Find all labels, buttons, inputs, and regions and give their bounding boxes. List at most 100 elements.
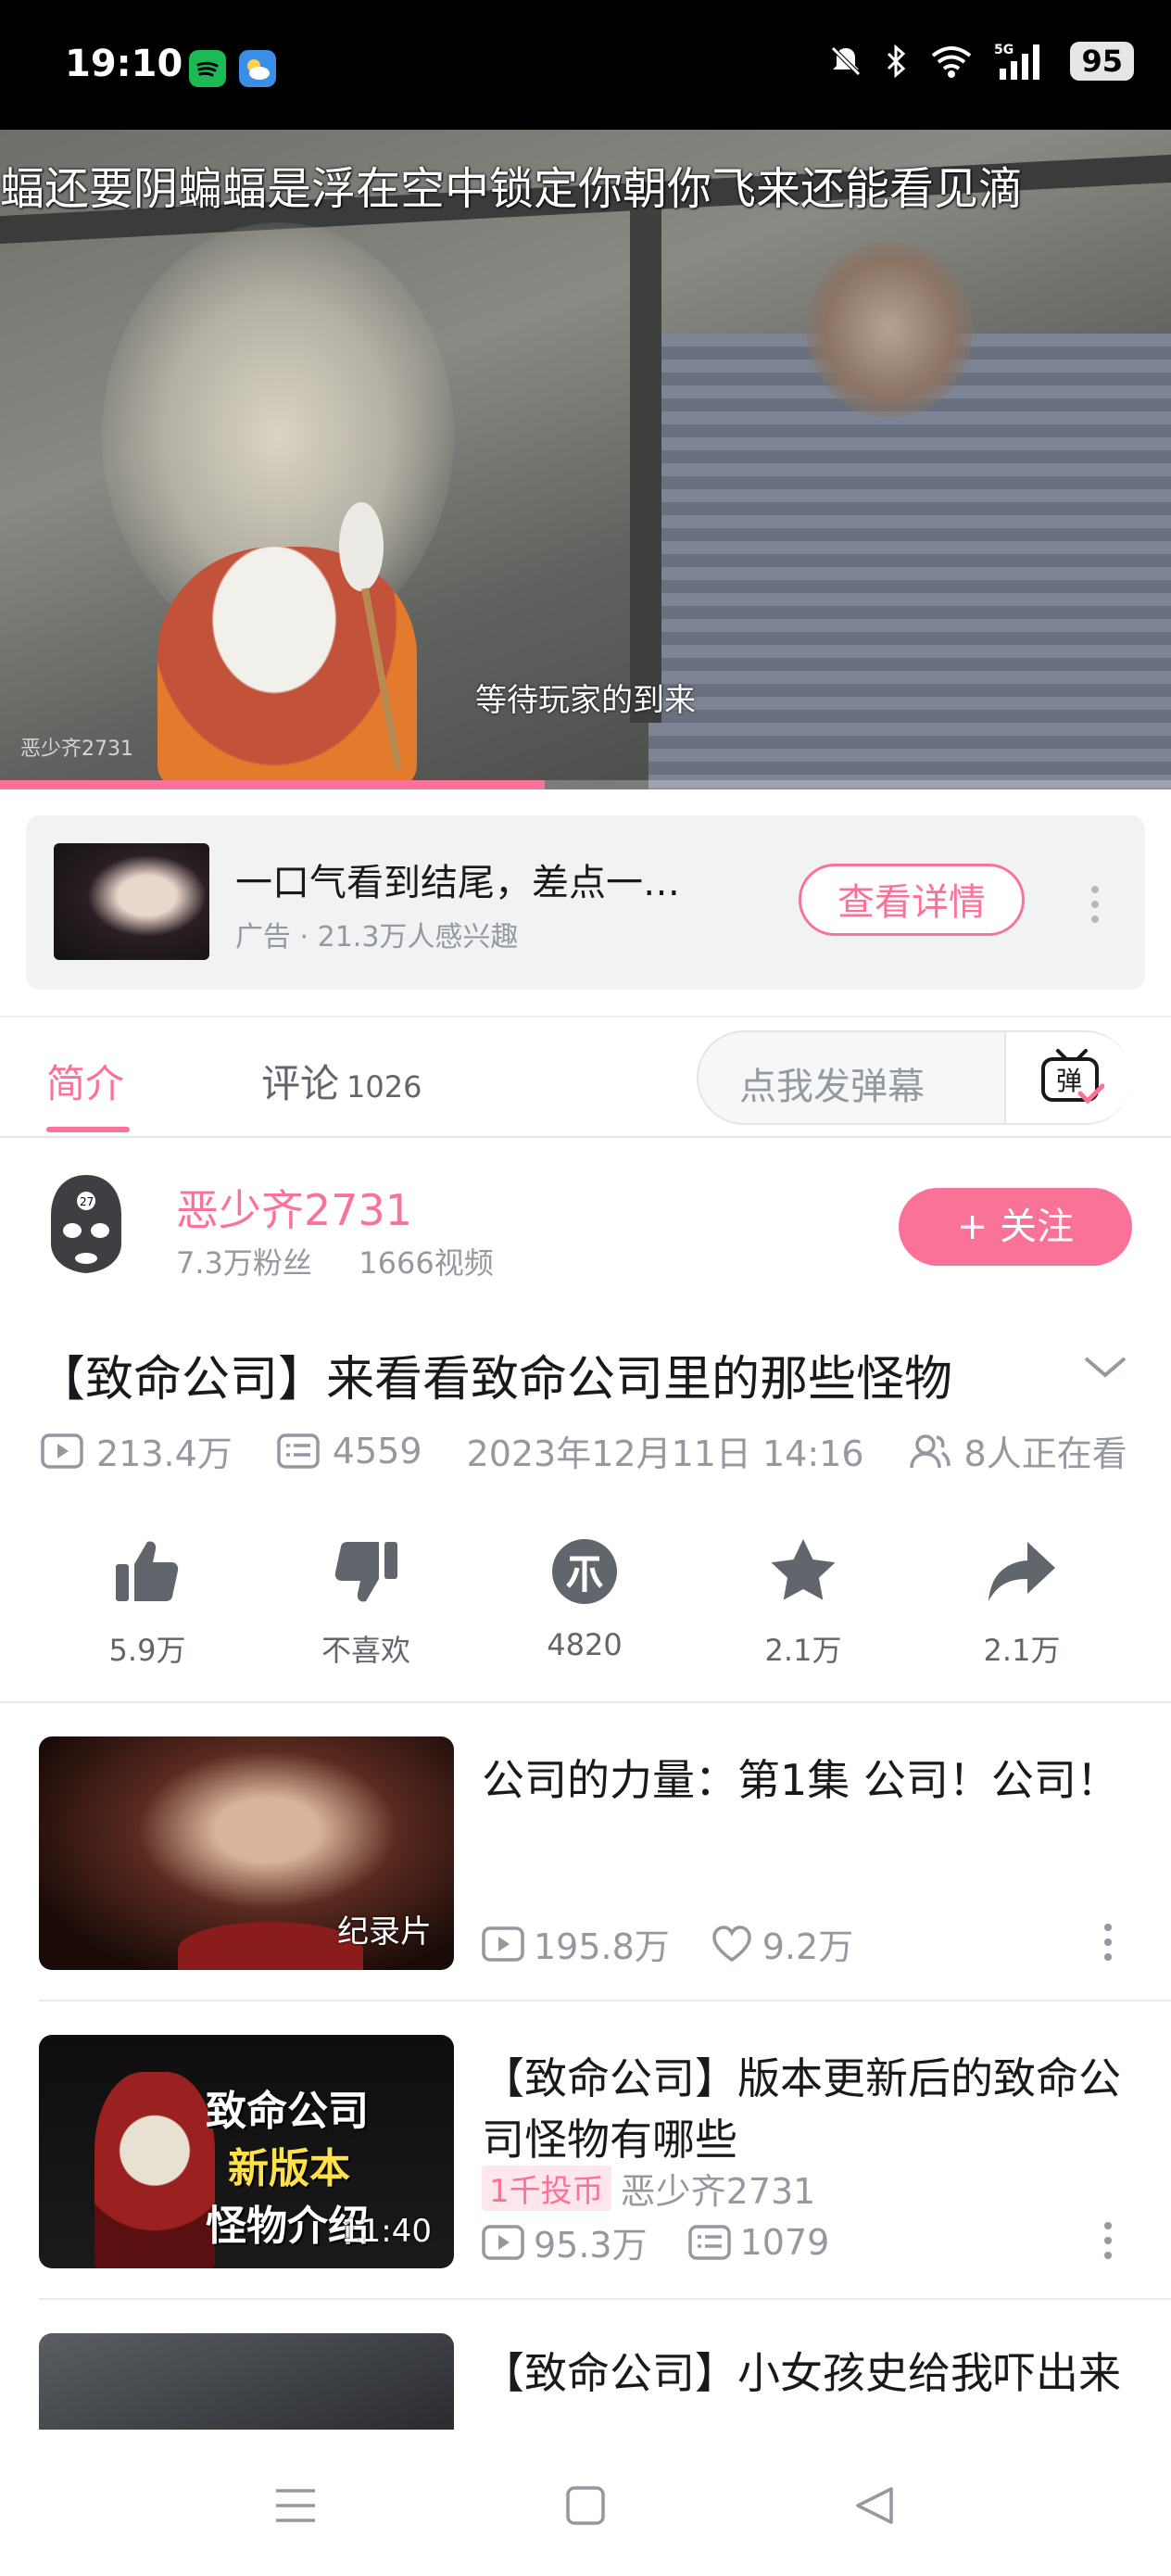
video-player[interactable]: 蝠还要阴蝙蝠是浮在空中锁定你朝你飞来还能看见滴 等待玩家的到来 恶少齐2731: [0, 130, 1171, 789]
dislike-button[interactable]: 不喜欢: [287, 1534, 445, 1670]
back-icon[interactable]: [854, 2485, 895, 2526]
menu-icon[interactable]: [274, 2487, 317, 2524]
ad-title: 一口气看到结尾，差点一…: [235, 862, 680, 904]
video-watermark: 恶少齐2731: [20, 738, 133, 761]
tab-bar: 简介 评论 1026 点我发弹幕 弹: [0, 1016, 1171, 1138]
coin-button[interactable]: 4820: [506, 1534, 663, 1662]
related-author: 恶少齐2731: [620, 2171, 816, 2212]
list-separator: [39, 2000, 1171, 2001]
watching-icon: [909, 1433, 951, 1468]
tab-comments-label: 评论: [261, 1061, 340, 1106]
home-icon[interactable]: [565, 2485, 606, 2526]
tab-comments[interactable]: 评论 1026: [261, 1053, 422, 1109]
bluetooth-icon: [888, 44, 906, 79]
spotify-icon: [189, 50, 226, 87]
follow-button[interactable]: + 关注: [899, 1188, 1132, 1266]
related-stats: 95.3万 1079: [482, 2216, 829, 2267]
ad-details-button[interactable]: 查看详情: [799, 864, 1025, 936]
view-count: 213.4万: [96, 1433, 233, 1474]
related-thumbnail: 纪录片: [39, 1736, 454, 1970]
watching-count: 8人正在看: [963, 1433, 1127, 1474]
ad-thumbnail: [54, 843, 209, 960]
battery-level: 95: [1070, 42, 1134, 81]
section-divider: [0, 1701, 1171, 1703]
uploader-fans: 7.3万粉丝: [176, 1245, 312, 1281]
video-duration: 11:40: [341, 2213, 432, 2250]
uploader-meta: 7.3万粉丝 1666视频: [176, 1240, 494, 1282]
uploader-video-count: 1666视频: [359, 1245, 494, 1281]
play-count-icon: [482, 1926, 524, 1962]
related-thumbnail: 致命公司 新版本 怪物介绍 11:40: [39, 2035, 454, 2268]
related-video-1[interactable]: 纪录片 公司的力量：第1集 公司！公司！ 195.8万 9.2万: [39, 1736, 1171, 2035]
related-views: 195.8万: [534, 1926, 670, 1967]
related-video-3[interactable]: 【致命公司】小女孩史给我吓出来: [39, 2333, 1171, 2430]
uploader-avatar[interactable]: 27: [44, 1173, 128, 1275]
like-button[interactable]: 5.9万: [69, 1534, 226, 1670]
status-right: 5G 95: [827, 41, 1134, 82]
related-views: 95.3万: [534, 2225, 648, 2266]
list-separator: [39, 2298, 1171, 2300]
coin-count: 4820: [547, 1627, 623, 1662]
coin-icon: [552, 1539, 617, 1604]
ad-subtitle: 广告 · 21.3万人感兴趣: [235, 921, 519, 953]
thumbnail-badge: 纪录片: [337, 1913, 432, 1951]
dislike-label: 不喜欢: [321, 1633, 410, 1668]
share-button[interactable]: 2.1万: [943, 1534, 1101, 1670]
tab-comments-count: 1026: [346, 1069, 422, 1105]
svg-text:5G: 5G: [994, 43, 1014, 57]
danmaku-input[interactable]: 点我发弹幕 弹: [697, 1030, 1132, 1125]
video-frame-bat: [806, 241, 973, 417]
share-icon: [988, 1542, 1055, 1601]
related-video-2[interactable]: 致命公司 新版本 怪物介绍 11:40 【致命公司】版本更新后的致命公司怪物有哪…: [39, 2035, 1171, 2333]
thumbnail-text-2: 新版本: [228, 2145, 350, 2192]
favorite-button[interactable]: 2.1万: [724, 1534, 882, 1670]
status-time: 19:10: [65, 43, 183, 85]
play-count-icon: [482, 2224, 524, 2260]
thumbnail-figure: [94, 2072, 215, 2268]
related-title: 【致命公司】版本更新后的致命公司怪物有哪些: [482, 2053, 1121, 2165]
like-count: 5.9万: [108, 1633, 186, 1668]
danmaku-toggle-button[interactable]: 弹: [1004, 1032, 1132, 1123]
danmaku-count-icon: [277, 1433, 320, 1469]
related-thumbnail: [39, 2333, 454, 2430]
danmaku-count-icon: [687, 2224, 731, 2260]
video-progress-bar[interactable]: [0, 780, 1171, 789]
more-vertical-icon[interactable]: [1086, 867, 1104, 941]
more-vertical-icon[interactable]: [1099, 1914, 1117, 1970]
video-title: 【致命公司】来看看致命公司里的那些怪物: [37, 1352, 953, 1408]
more-vertical-icon[interactable]: [1099, 2213, 1117, 2268]
related-title: 【致命公司】小女孩史给我吓出来: [482, 2348, 1121, 2398]
thumbs-up-icon: [116, 1541, 179, 1601]
heart-icon: [712, 1925, 751, 1962]
danmaku-count: 4559: [332, 1430, 422, 1471]
video-subtitle: 等待玩家的到来: [475, 682, 696, 719]
wifi-icon: [932, 46, 972, 78]
related-danmaku: 1079: [739, 2221, 830, 2263]
share-count: 2.1万: [983, 1633, 1061, 1668]
chevron-down-icon[interactable]: [1082, 1353, 1128, 1381]
tab-active-indicator: [46, 1127, 130, 1132]
video-frame-shovel: [339, 502, 402, 769]
danmaku-button-label: 弹: [1056, 1066, 1082, 1096]
video-progress-fill: [0, 780, 545, 789]
system-nav-bar: [0, 2430, 1171, 2576]
video-stats: 213.4万 4559 2023年12月11日 14:16 8人正在看: [41, 1425, 1127, 1476]
weather-icon: [239, 50, 276, 87]
related-author-row: 1千投币 恶少齐2731: [482, 2163, 815, 2214]
play-count-icon: [41, 1433, 83, 1469]
mute-bell-icon: [831, 46, 862, 76]
svg-text:27: 27: [80, 1195, 94, 1208]
uploader-name[interactable]: 恶少齐2731: [176, 1177, 412, 1238]
publish-date: 2023年12月11日 14:16: [466, 1433, 864, 1474]
thumbnail-text-1: 致命公司: [206, 2088, 369, 2135]
related-title: 公司的力量：第1集 公司！公司！: [482, 1755, 1119, 1805]
star-icon: [771, 1539, 836, 1600]
coin-tag: 1千投币: [482, 2166, 611, 2211]
danmaku-tv-icon: 弹: [1041, 1049, 1104, 1105]
related-stats: 195.8万 9.2万: [482, 1918, 853, 1969]
tab-intro[interactable]: 简介: [46, 1053, 124, 1109]
status-bar: 19:10 5G 95: [0, 0, 1171, 130]
thumbs-down-icon: [334, 1542, 397, 1602]
danmaku-placeholder: 点我发弹幕: [739, 1066, 925, 1108]
ad-card[interactable]: 一口气看到结尾，差点一… 广告 · 21.3万人感兴趣 查看详情: [26, 815, 1145, 990]
